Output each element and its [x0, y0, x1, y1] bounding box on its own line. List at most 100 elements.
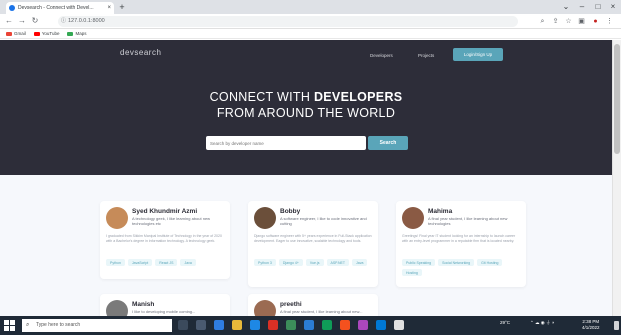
skill-tags: Public Speaking Social Networking Git Ho… [402, 259, 522, 276]
windows-start-icon[interactable] [4, 320, 15, 331]
new-tab-button[interactable]: + [117, 2, 127, 12]
page-viewport: devsearch Developers Projects Login/Sign… [0, 40, 612, 316]
info-icon[interactable]: ⓘ [61, 16, 66, 27]
browser-toolbar: ← → ↻ ⓘ 127.0.0.1:8000 ⌕ ⇪ ☆ ▣ ● ⋮ [0, 14, 621, 29]
developer-bio: Django software engineer with 5+ years e… [254, 234, 372, 243]
file-explorer-icon[interactable] [232, 320, 242, 330]
developer-bio: I graduated from Sikkim Manipal Institut… [106, 234, 222, 243]
search-button[interactable]: Search [368, 136, 408, 150]
scrollbar-thumb[interactable] [614, 44, 620, 154]
windows-taskbar: ⌕ Type here to search 29°C ⌃ ☁ ◉ ⏚ ◗ 2:3… [0, 316, 621, 335]
close-window-button[interactable]: × [606, 1, 620, 13]
skill-tag: Git Hosting [477, 259, 503, 266]
login-signup-button[interactable]: Login/Sign Up [453, 48, 503, 61]
app-icon[interactable] [340, 320, 350, 330]
skill-tag: Python [106, 259, 125, 266]
minimize-button[interactable]: – [575, 1, 589, 13]
address-bar[interactable]: ⓘ 127.0.0.1:8000 [58, 16, 518, 27]
menu-icon[interactable]: ⋮ [605, 17, 614, 26]
skill-tag: Hosting [402, 269, 422, 276]
developer-role: I like to developing mobile coming... [132, 309, 196, 314]
back-button[interactable]: ← [4, 16, 14, 26]
developer-card[interactable]: Syed Khundmir Azmi A technology geek, I … [100, 201, 230, 279]
skill-tag: Social Networking [438, 259, 475, 266]
app-icon[interactable] [322, 320, 332, 330]
youtube-icon [33, 31, 40, 36]
developer-card[interactable]: Mahima A final year student, I like lear… [396, 201, 526, 287]
developer-role: A software engineer, I like to code inno… [280, 216, 367, 226]
browser-tab[interactable]: Devsearch - Connect with Devel... × [6, 2, 114, 14]
developer-name: Manish [132, 301, 155, 308]
chrome-icon[interactable] [268, 320, 278, 330]
app-icon[interactable] [394, 320, 404, 330]
extensions-icon[interactable]: ▣ [577, 17, 586, 26]
developer-search-input[interactable] [206, 136, 366, 150]
nav-link-developers[interactable]: Developers [370, 53, 393, 58]
gmail-icon [6, 31, 12, 36]
site-logo[interactable]: devsearch [120, 48, 161, 57]
developer-role: A technology geek, I like learning about… [132, 216, 211, 226]
developer-bio: Greetings! Final year IT student looking… [402, 234, 516, 243]
favicon-icon [9, 5, 15, 11]
avatar [254, 207, 276, 229]
taskbar-search-box[interactable]: ⌕ Type here to search [22, 319, 172, 332]
skill-tag: JavaScript [127, 259, 153, 266]
developer-role: A final year student, I like learning ab… [280, 309, 363, 314]
bookmark-star-icon[interactable]: ☆ [564, 17, 573, 26]
vscode-icon[interactable] [304, 320, 314, 330]
developer-name: Syed Khundmir Azmi [132, 208, 198, 215]
reload-button[interactable]: ↻ [30, 16, 40, 26]
nav-link-projects[interactable]: Projects [418, 53, 434, 58]
hero-title-line1: CONNECT WITH DEVELOPERS [209, 90, 403, 104]
developer-card[interactable]: preethi A final year student, I like lea… [248, 294, 378, 316]
developer-card[interactable]: Bobby A software engineer, I like to cod… [248, 201, 378, 287]
forward-button[interactable]: → [17, 16, 27, 26]
weather-widget[interactable]: 29°C [500, 320, 510, 325]
url-text: 127.0.0.1:8000 [68, 18, 105, 24]
developer-name: preethi [280, 301, 302, 308]
skill-tag: Java [352, 259, 368, 266]
avatar [402, 207, 424, 229]
tab-close-icon[interactable]: × [107, 5, 111, 11]
system-tray-icons[interactable]: ⌃ ☁ ◉ ⏚ ◗ [530, 320, 554, 326]
app-icon[interactable] [286, 320, 296, 330]
widgets-icon[interactable] [196, 320, 206, 330]
hero-title-line2: FROM AROUND THE WORLD [216, 106, 396, 120]
browser-tab-bar: Devsearch - Connect with Devel... × + ⌄ … [0, 0, 621, 14]
notifications-icon[interactable] [614, 321, 619, 330]
avatar [106, 300, 128, 316]
skill-tag: React JS [155, 259, 178, 266]
skill-tag: Java [180, 259, 196, 266]
edge-icon[interactable] [214, 320, 224, 330]
task-view-icon[interactable] [178, 320, 188, 330]
avatar [106, 207, 128, 229]
maximize-button[interactable]: □ [591, 1, 605, 13]
tab-title: Devsearch - Connect with Devel... [18, 5, 94, 11]
terminal-icon[interactable] [376, 320, 386, 330]
developer-role: A final year student, I like learning ab… [428, 216, 508, 226]
share-icon[interactable]: ⇪ [551, 17, 560, 26]
skill-tag: Public Speaking [402, 259, 436, 266]
zoom-icon[interactable]: ⌕ [538, 17, 547, 26]
maps-icon [67, 31, 74, 36]
bookmark-gmail[interactable]: Gmail [6, 31, 26, 36]
page-scrollbar[interactable] [612, 40, 621, 316]
bookmark-youtube[interactable]: YouTube [33, 31, 59, 36]
skill-tag: ASP.NET [326, 259, 350, 266]
skill-tag: Django 4+ [278, 259, 303, 266]
hero-title-highlight: DEVELOPERS [313, 90, 403, 104]
search-icon: ⌕ [26, 322, 30, 328]
skill-tags: Python 3 Django 4+ Vue.js ASP.NET Java [254, 259, 374, 266]
profile-icon[interactable]: ● [591, 17, 600, 26]
developer-name: Mahima [428, 208, 453, 215]
app-icon[interactable] [358, 320, 368, 330]
tab-search-icon[interactable]: ⌄ [559, 1, 573, 13]
skill-tag: Python 3 [254, 259, 276, 266]
developer-card[interactable]: Manish I like to developing mobile comin… [100, 294, 230, 316]
bookmark-maps[interactable]: Maps [67, 31, 86, 36]
store-icon[interactable] [250, 320, 260, 330]
bookmarks-bar: Gmail YouTube Maps [0, 29, 621, 39]
clock-date: 4/1/2022 [582, 325, 600, 330]
clock[interactable]: 2:38 PM 4/1/2022 [582, 319, 600, 331]
avatar [254, 300, 276, 316]
